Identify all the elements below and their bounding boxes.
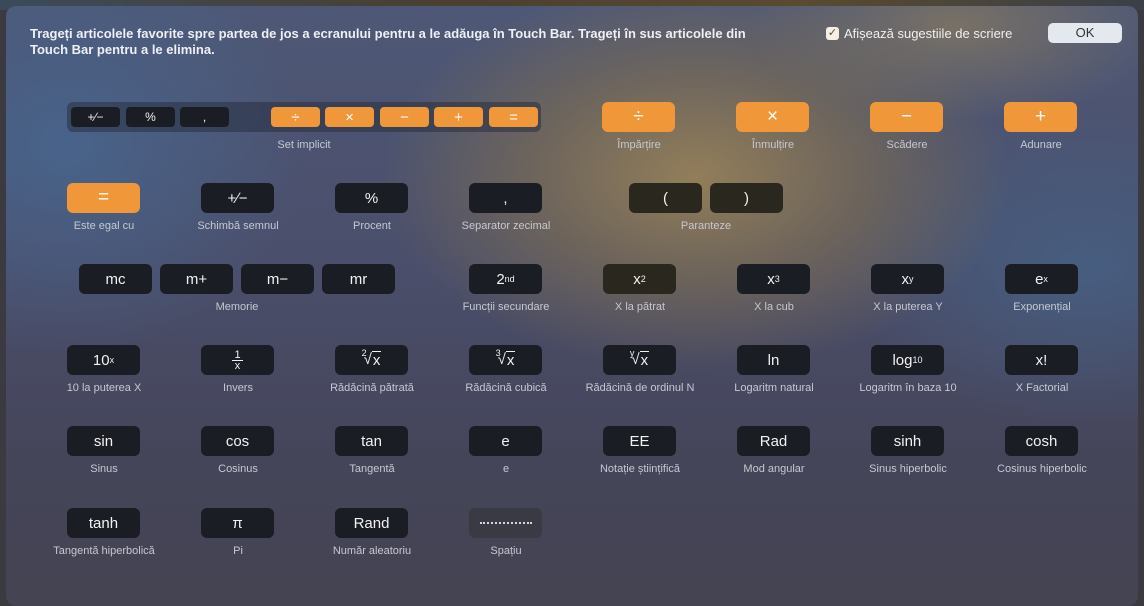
- random-key[interactable]: Rand: [335, 508, 408, 538]
- multiply-key[interactable]: ×: [736, 102, 809, 132]
- ok-button[interactable]: OK: [1048, 23, 1122, 43]
- fraction-denominator: x: [234, 359, 241, 372]
- default-equals-key[interactable]: =: [489, 107, 538, 127]
- instructions-text: Trageți articolele favorite spre partea …: [30, 26, 746, 57]
- key-base: 10: [92, 351, 110, 369]
- default-subtract-key[interactable]: −: [380, 107, 429, 127]
- key-base: x: [633, 270, 641, 288]
- default-percent-key[interactable]: %: [126, 107, 175, 127]
- checkbox-checked-icon[interactable]: ✓: [826, 27, 839, 40]
- key-base: x: [901, 270, 910, 288]
- sin-key[interactable]: sin: [67, 426, 140, 456]
- checkbox-label: Afișează sugestiile de scriere: [844, 26, 1013, 41]
- customize-touch-bar-panel: Trageți articolele favorite spre partea …: [6, 6, 1138, 606]
- decimal-separator-key[interactable]: ,: [469, 183, 542, 213]
- factorial-key[interactable]: x!: [1005, 345, 1078, 375]
- tanh-key[interactable]: tanh: [67, 508, 140, 538]
- default-sign-key[interactable]: +∕−: [71, 107, 120, 127]
- radicand: x: [505, 351, 516, 369]
- e-key[interactable]: e: [469, 426, 542, 456]
- show-typing-suggestions-toggle[interactable]: ✓ Afișează sugestiile de scriere: [826, 26, 1012, 41]
- default-add-key[interactable]: +: [434, 107, 483, 127]
- factorial-label: X Factorial: [1015, 382, 1069, 394]
- scientific-notation-key[interactable]: EE: [603, 426, 676, 456]
- space-label: Spațiu: [490, 545, 522, 557]
- dotted-space-icon: [479, 522, 532, 524]
- exponential-key[interactable]: ex: [1005, 264, 1078, 294]
- inverse-key[interactable]: 1x: [201, 345, 274, 375]
- default-decimal-key[interactable]: ,: [180, 107, 229, 127]
- default-multiply-key[interactable]: ×: [325, 107, 374, 127]
- key-base: x: [767, 270, 775, 288]
- sinh-key[interactable]: sinh: [871, 426, 944, 456]
- change-sign-key[interactable]: +∕−: [201, 183, 274, 213]
- power-y-key[interactable]: xy: [871, 264, 944, 294]
- key-base: 2: [496, 270, 505, 288]
- exponential-label: Exponențial: [1013, 301, 1071, 313]
- cube-key[interactable]: x3: [737, 264, 810, 294]
- memory-subtract-key[interactable]: m−: [241, 264, 314, 294]
- cube-root-key[interactable]: 3 √ x: [469, 345, 542, 375]
- decimal-separator-label: Separator zecimal: [461, 220, 551, 232]
- cos-key[interactable]: cos: [201, 426, 274, 456]
- space-key[interactable]: [469, 508, 542, 538]
- key-base: e: [1035, 270, 1044, 288]
- memory-label: Memorie: [215, 301, 259, 313]
- second-functions-key[interactable]: 2nd: [469, 264, 542, 294]
- square-key[interactable]: x2: [603, 264, 676, 294]
- ten-power-x-key[interactable]: 10 x: [67, 345, 140, 375]
- pi-key[interactable]: π: [201, 508, 274, 538]
- angular-mode-key[interactable]: Rad: [737, 426, 810, 456]
- radical-icon: √: [497, 351, 506, 368]
- cosh-key[interactable]: cosh: [1005, 426, 1078, 456]
- memory-clear-key[interactable]: mc: [79, 264, 152, 294]
- square-root-key[interactable]: 2 √ x: [335, 345, 408, 375]
- cosh-label: Cosinus hiperbolic: [997, 463, 1087, 475]
- radical-icon: √: [363, 351, 372, 368]
- add-label: Adunare: [1020, 139, 1062, 151]
- add-key[interactable]: +: [1004, 102, 1077, 132]
- memory-recall-key[interactable]: mr: [322, 264, 395, 294]
- parentheses-label: Paranteze: [680, 220, 732, 232]
- default-set-label: Set implicit: [277, 139, 331, 151]
- divide-key[interactable]: ÷: [602, 102, 675, 132]
- default-divide-key[interactable]: ÷: [271, 107, 320, 127]
- memory-add-key[interactable]: m+: [160, 264, 233, 294]
- equals-key[interactable]: =: [67, 183, 140, 213]
- natural-log-key[interactable]: ln: [737, 345, 810, 375]
- radical-icon: √: [631, 351, 640, 368]
- close-paren-key[interactable]: ): [710, 183, 783, 213]
- percent-key[interactable]: %: [335, 183, 408, 213]
- key-base: log: [892, 351, 913, 369]
- radicand: x: [639, 351, 650, 369]
- fraction-numerator: 1: [232, 348, 243, 361]
- radicand: x: [371, 351, 382, 369]
- nth-root-key[interactable]: y √ x: [603, 345, 676, 375]
- open-paren-key[interactable]: (: [629, 183, 702, 213]
- subtract-key[interactable]: −: [870, 102, 943, 132]
- log10-key[interactable]: log 10: [871, 345, 944, 375]
- tan-key[interactable]: tan: [335, 426, 408, 456]
